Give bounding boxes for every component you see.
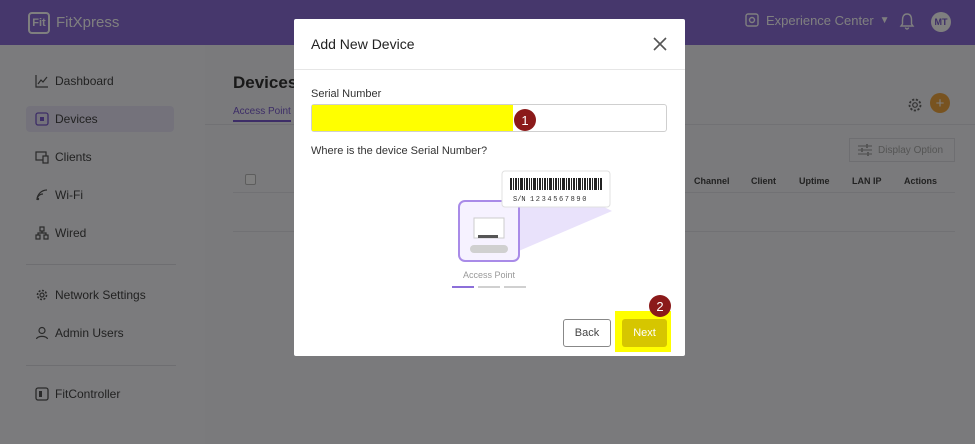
step-badge-2: 2: [649, 295, 671, 317]
close-icon[interactable]: [652, 36, 668, 52]
dialog-title: Add New Device: [311, 36, 415, 52]
carousel-dot[interactable]: [478, 286, 500, 288]
sn-number: 1234567890: [530, 196, 588, 204]
sn-prefix: S/N: [513, 196, 526, 204]
serial-location-question: Where is the device Serial Number?: [311, 145, 488, 157]
serial-number-label: Serial Number: [311, 88, 382, 100]
back-button[interactable]: Back: [563, 319, 611, 347]
next-button[interactable]: Next: [622, 319, 667, 347]
device-type-label: Access Point: [463, 270, 516, 280]
step-badge-1: 1: [514, 109, 536, 131]
carousel-dot[interactable]: [452, 286, 474, 288]
serial-number-input[interactable]: [311, 104, 667, 132]
carousel-indicator: [452, 286, 526, 288]
dialog-divider: [294, 69, 685, 70]
carousel-dot[interactable]: [504, 286, 526, 288]
add-device-dialog: Add New Device Serial Number 1 Where is …: [294, 19, 685, 356]
